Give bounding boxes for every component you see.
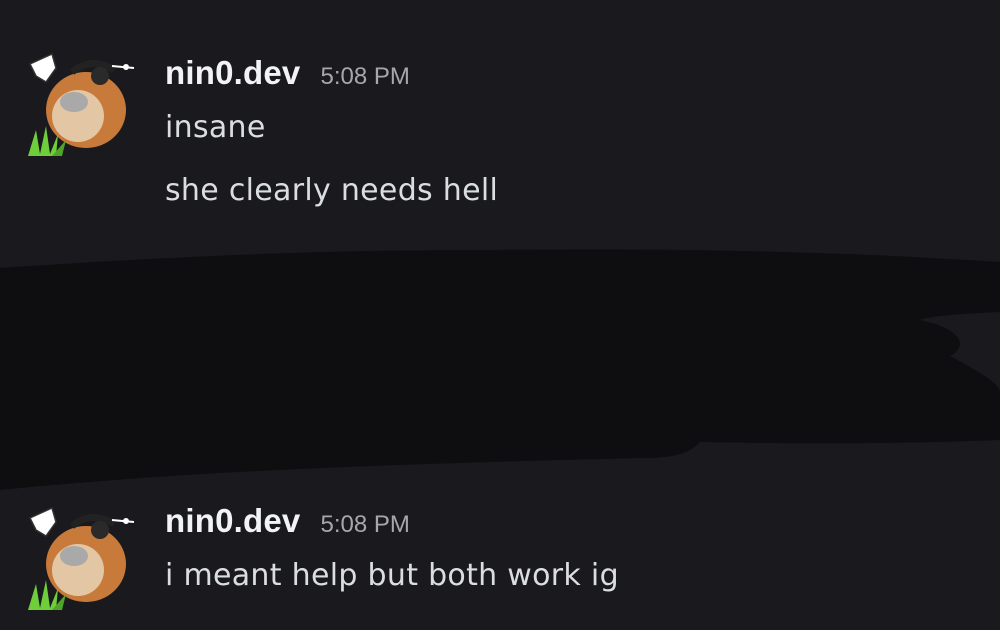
message-text: i meant help but both work ig: [165, 558, 619, 593]
message-header: nin0.dev 5:08 PM: [165, 502, 410, 540]
timestamp[interactable]: 5:08 PM: [320, 511, 409, 539]
username[interactable]: nin0.dev: [165, 54, 300, 92]
username[interactable]: nin0.dev: [165, 502, 300, 540]
message-group: nin0.dev 5:08 PM i meant help but both w…: [0, 490, 1000, 630]
message-header: nin0.dev 5:08 PM: [165, 54, 410, 92]
message-text: insane: [165, 110, 266, 145]
hamster-avatar-icon[interactable]: [22, 42, 138, 158]
message-group: nin0.dev 5:08 PM insane she clearly need…: [0, 0, 1000, 240]
message-text: she clearly needs hell: [165, 173, 499, 208]
timestamp[interactable]: 5:08 PM: [320, 63, 409, 91]
hamster-avatar-icon[interactable]: [22, 496, 138, 612]
